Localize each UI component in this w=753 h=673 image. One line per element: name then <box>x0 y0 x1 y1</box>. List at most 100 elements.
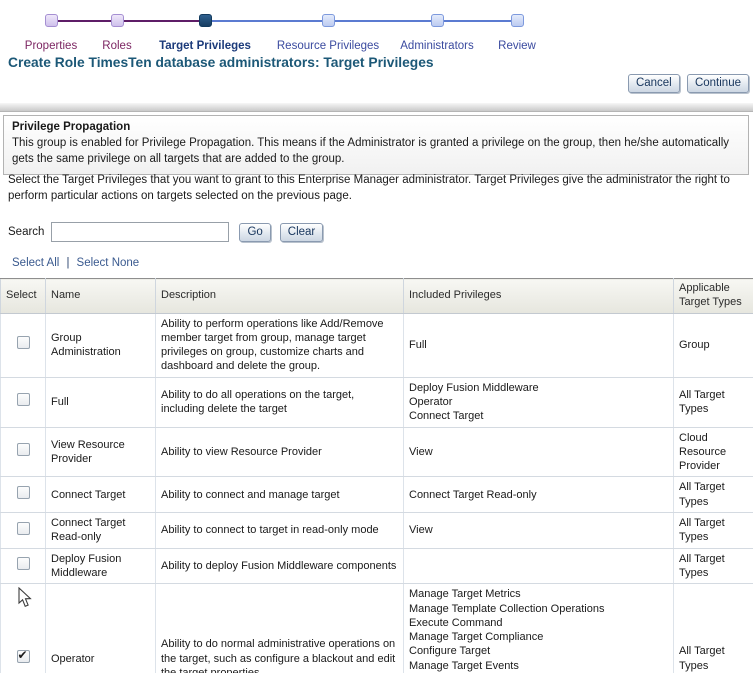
included-privilege: Connect Target Read-only <box>409 488 668 502</box>
train-stop-review-icon[interactable] <box>511 14 524 27</box>
train-line-remaining <box>205 20 517 22</box>
mouse-cursor-icon <box>18 587 33 608</box>
cell-select <box>1 513 46 549</box>
cell-description: Ability to connect to target in read-onl… <box>156 513 404 549</box>
row-checkbox[interactable] <box>17 486 30 499</box>
train-stop-target-privileges-icon <box>199 14 212 27</box>
cell-included: View <box>404 427 674 477</box>
cell-name: Group Administration <box>46 313 156 377</box>
search-go-button[interactable]: Go <box>239 223 270 242</box>
cell-name: Deploy Fusion Middleware <box>46 548 156 584</box>
train-label-review[interactable]: Review <box>498 40 536 52</box>
cell-name: Operator <box>46 584 156 673</box>
row-checkbox[interactable] <box>17 522 30 535</box>
cell-name: View Resource Provider <box>46 427 156 477</box>
cell-description: Ability to view Resource Provider <box>156 427 404 477</box>
cell-select <box>1 377 46 427</box>
train-stop-roles-icon[interactable] <box>111 14 124 27</box>
train-stop-properties-icon[interactable] <box>45 14 58 27</box>
link-divider: | <box>66 257 69 269</box>
included-privilege: Operator <box>409 395 668 409</box>
cell-included: Connect Target Read-only <box>404 477 674 513</box>
cell-description: Ability to do normal administrative oper… <box>156 584 404 673</box>
row-checkbox[interactable] <box>17 336 30 349</box>
privileges-table-body: Group Administration Ability to perform … <box>1 313 753 673</box>
header-description: Description <box>156 279 404 314</box>
select-none-link[interactable]: Select None <box>77 257 140 269</box>
cell-types: All Target Types <box>674 477 753 513</box>
table-header-row: Select Name Description Included Privile… <box>1 279 753 314</box>
selection-links: Select All | Select None <box>12 257 139 269</box>
train-stop-resource-privileges-icon[interactable] <box>322 14 335 27</box>
cell-name: Full <box>46 377 156 427</box>
cell-description: Ability to perform operations like Add/R… <box>156 313 404 377</box>
search-label: Search <box>8 226 44 238</box>
table-row: Operator Ability to do normal administra… <box>1 584 753 673</box>
cell-types: All Target Types <box>674 584 753 673</box>
intro-text: Select the Target Privileges that you wa… <box>8 172 748 204</box>
continue-button[interactable]: Continue <box>687 74 749 93</box>
info-box-title: Privilege Propagation <box>12 120 740 136</box>
included-privilege: Execute Command <box>409 616 668 630</box>
row-checkbox[interactable] <box>17 393 30 406</box>
included-privilege: Manage Target Events <box>409 659 668 673</box>
row-checkbox[interactable] <box>17 557 30 570</box>
top-action-buttons: Cancel Continue <box>624 74 749 93</box>
included-privilege: View <box>409 523 668 537</box>
train-line-completed <box>51 20 205 22</box>
section-divider-bar <box>0 103 753 112</box>
included-privilege: Connect Target <box>409 409 668 423</box>
privilege-propagation-info-box: Privilege Propagation This group is enab… <box>3 115 749 175</box>
cancel-button[interactable]: Cancel <box>628 74 680 93</box>
select-all-link[interactable]: Select All <box>12 257 59 269</box>
cell-included: Full <box>404 313 674 377</box>
cell-included: Deploy Fusion MiddlewareOperatorConnect … <box>404 377 674 427</box>
cell-select <box>1 477 46 513</box>
cell-included: Manage Target MetricsManage Template Col… <box>404 584 674 673</box>
row-checkbox[interactable] <box>17 443 30 456</box>
table-row: Group Administration Ability to perform … <box>1 313 753 377</box>
header-included-privileges: Included Privileges <box>404 279 674 314</box>
table-row: Deploy Fusion Middleware Ability to depl… <box>1 548 753 584</box>
train-label-properties[interactable]: Properties <box>25 40 77 52</box>
search-clear-button[interactable]: Clear <box>280 223 323 242</box>
cell-included: View <box>404 513 674 549</box>
cell-included <box>404 548 674 584</box>
train-label-roles[interactable]: Roles <box>102 40 131 52</box>
table-row: Connect Target Ability to connect and ma… <box>1 477 753 513</box>
cell-select <box>1 584 46 673</box>
cell-name: Connect Target <box>46 477 156 513</box>
cell-types: All Target Types <box>674 377 753 427</box>
cell-types: All Target Types <box>674 548 753 584</box>
cell-types: Cloud Resource Provider <box>674 427 753 477</box>
included-privilege: Manage Target Compliance <box>409 630 668 644</box>
cell-select <box>1 548 46 584</box>
target-privileges-table: Select Name Description Included Privile… <box>0 278 753 673</box>
train-label-resource-privileges[interactable]: Resource Privileges <box>277 40 379 52</box>
table-row: View Resource Provider Ability to view R… <box>1 427 753 477</box>
cell-select <box>1 427 46 477</box>
included-privilege: Configure Target <box>409 644 668 658</box>
cell-select <box>1 313 46 377</box>
included-privilege: Manage Template Collection Operations <box>409 602 668 616</box>
row-checkbox[interactable] <box>17 650 30 663</box>
cell-description: Ability to do all operations on the targ… <box>156 377 404 427</box>
included-privilege: Deploy Fusion Middleware <box>409 381 668 395</box>
cell-name: Connect Target Read-only <box>46 513 156 549</box>
create-role-wizard-page: Properties Roles Target Privileges Resou… <box>0 0 753 673</box>
cell-description: Ability to deploy Fusion Middleware comp… <box>156 548 404 584</box>
cell-types: Group <box>674 313 753 377</box>
header-select: Select <box>1 279 46 314</box>
included-privilege: View <box>409 445 668 459</box>
cell-description: Ability to connect and manage target <box>156 477 404 513</box>
header-name: Name <box>46 279 156 314</box>
page-title: Create Role TimesTen database administra… <box>8 55 434 70</box>
cell-types: All Target Types <box>674 513 753 549</box>
table-row: Full Ability to do all operations on the… <box>1 377 753 427</box>
train-stop-administrators-icon[interactable] <box>431 14 444 27</box>
search-input[interactable] <box>51 222 229 242</box>
train-label-administrators[interactable]: Administrators <box>400 40 474 52</box>
included-privilege: Manage Target Metrics <box>409 587 668 601</box>
search-bar: Search Go Clear <box>8 222 323 244</box>
train-label-target-privileges: Target Privileges <box>159 40 251 52</box>
